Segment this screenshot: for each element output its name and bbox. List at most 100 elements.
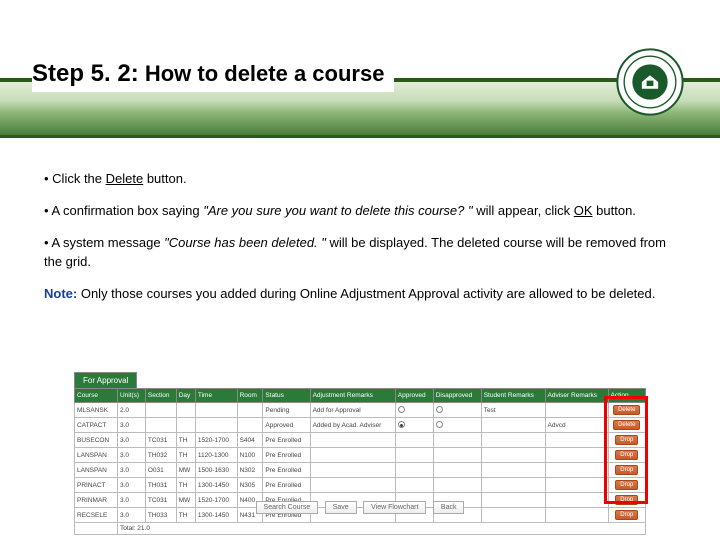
cell <box>195 403 237 418</box>
cell: N305 <box>237 478 263 493</box>
delete-button[interactable]: Delete <box>613 420 640 430</box>
cell <box>545 463 608 478</box>
delete-keyword: Delete <box>106 171 144 186</box>
view-flowchart-button[interactable]: View Flowchart <box>363 501 426 514</box>
cell: TH031 <box>145 478 176 493</box>
cell: 1500-1630 <box>195 463 237 478</box>
col-header: Disapproved <box>433 389 481 403</box>
total-row: Total: 21.0 <box>75 523 646 535</box>
cell: N100 <box>237 448 263 463</box>
note-label: Note: <box>44 286 81 301</box>
note-text: Only those courses you added during Onli… <box>81 286 656 301</box>
cell: Added by Acad. Adviser <box>310 418 395 433</box>
cell <box>310 433 395 448</box>
cell <box>545 448 608 463</box>
cell: 2.0 <box>117 403 145 418</box>
cell: MLSANSK <box>75 403 118 418</box>
cell <box>481 433 545 448</box>
cell: TH <box>176 448 195 463</box>
cell <box>310 448 395 463</box>
col-header: Time <box>195 389 237 403</box>
cell: Add for Approval <box>310 403 395 418</box>
col-header: Action <box>608 389 645 403</box>
drop-button[interactable]: Drop <box>615 450 638 460</box>
table-row: CATPACT3.0 ApprovedAdded by Acad. Adviser… <box>75 418 646 433</box>
cell: 3.0 <box>117 463 145 478</box>
delete-button[interactable]: Delete <box>613 405 640 415</box>
cell: CATPACT <box>75 418 118 433</box>
total-label: Total: 21.0 <box>117 523 645 535</box>
cell: PRINACT <box>75 478 118 493</box>
cell: 1120-1300 <box>195 448 237 463</box>
cell: Pre Enrolled <box>263 463 310 478</box>
page-title: Step 5. 2: How to delete a course <box>32 56 394 92</box>
drop-button[interactable]: Drop <box>615 435 638 445</box>
col-header: Section <box>145 389 176 403</box>
bullet-2: • A confirmation box saying "Are you sur… <box>44 202 676 220</box>
cell: Test <box>481 403 545 418</box>
cell: N302 <box>237 463 263 478</box>
table-row: MLSANSK2.0 PendingAdd for Approval Test Del… <box>75 403 646 418</box>
cell <box>145 418 176 433</box>
approved-radio[interactable] <box>398 406 405 413</box>
table-row: PRINACT3.0TH031TH1300-1450N305Pre Enroll… <box>75 478 646 493</box>
cell: Pre Enrolled <box>263 448 310 463</box>
cell <box>310 478 395 493</box>
cell: LANSPAN <box>75 448 118 463</box>
cell: Advcd <box>545 418 608 433</box>
table-row: BUSECON3.0TC031TH1520-1700S404Pre Enroll… <box>75 433 646 448</box>
cell <box>545 403 608 418</box>
college-seal-icon <box>616 48 684 116</box>
cell <box>481 448 545 463</box>
cell: TC031 <box>145 433 176 448</box>
disapproved-radio[interactable] <box>436 421 443 428</box>
back-button[interactable]: Back <box>433 501 465 514</box>
cell <box>237 418 263 433</box>
cell <box>176 403 195 418</box>
col-header: Adviser Remarks <box>545 389 608 403</box>
cell: BUSECON <box>75 433 118 448</box>
cell: TH <box>176 478 195 493</box>
search-course-button[interactable]: Search Course <box>256 501 319 514</box>
cell: 1520-1700 <box>195 433 237 448</box>
cell: O031 <box>145 463 176 478</box>
confirm-message: "Are you sure you want to delete this co… <box>203 203 472 218</box>
bullet-3: • A system message "Course has been dele… <box>44 234 676 270</box>
col-header: Room <box>237 389 263 403</box>
cell: Pre Enrolled <box>263 433 310 448</box>
cell: Pending <box>263 403 310 418</box>
save-button[interactable]: Save <box>325 501 357 514</box>
cell: 3.0 <box>117 418 145 433</box>
success-message: "Course has been deleted. " <box>164 235 326 250</box>
cell: 1300-1450 <box>195 478 237 493</box>
disapproved-radio[interactable] <box>436 406 443 413</box>
cell <box>481 478 545 493</box>
cell <box>481 418 545 433</box>
cell: MW <box>176 463 195 478</box>
cell <box>481 463 545 478</box>
table-row: LANSPAN3.0TH032TH1120-1300N100Pre Enroll… <box>75 448 646 463</box>
instruction-content: • Click the Delete button. • A confirmat… <box>44 170 676 317</box>
cell: TH032 <box>145 448 176 463</box>
drop-button[interactable]: Drop <box>615 480 638 490</box>
col-header: Status <box>263 389 310 403</box>
col-header: Approved <box>395 389 433 403</box>
col-header: Adjustment Remarks <box>310 389 395 403</box>
bottom-button-bar: Search Course Save View Flowchart Back <box>0 496 720 514</box>
drop-button[interactable]: Drop <box>615 465 638 475</box>
cell: 3.0 <box>117 478 145 493</box>
cell: TH <box>176 433 195 448</box>
cell: Approved <box>263 418 310 433</box>
note-line: Note: Only those courses you added durin… <box>44 285 676 303</box>
cell <box>176 418 195 433</box>
bullet-1: • Click the Delete button. <box>44 170 676 188</box>
cell: LANSPAN <box>75 463 118 478</box>
cell <box>145 403 176 418</box>
cell: 3.0 <box>117 448 145 463</box>
step-heading: How to delete a course <box>145 61 385 86</box>
table-row: LANSPAN3.0O031MW1500-1630N302Pre Enrolle… <box>75 463 646 478</box>
cell <box>545 478 608 493</box>
tab-for-approval[interactable]: For Approval <box>74 372 137 388</box>
cell: S404 <box>237 433 263 448</box>
approved-radio[interactable] <box>398 421 405 428</box>
